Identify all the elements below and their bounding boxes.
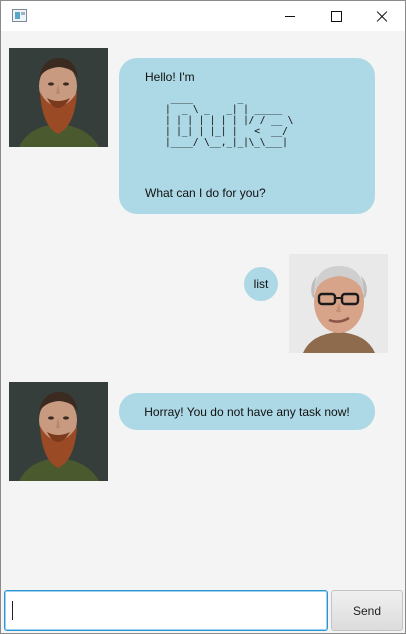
- chat-area[interactable]: Hello! I'm ____ _ | _ \ _ _| | _____ | |…: [3, 31, 403, 587]
- input-bar: Send: [3, 589, 403, 633]
- bearded-man-avatar: [9, 382, 108, 481]
- maximize-button[interactable]: [313, 1, 359, 31]
- bearded-man-avatar: [9, 48, 108, 147]
- glasses-man-avatar: [289, 254, 388, 353]
- close-icon: [375, 9, 389, 23]
- close-button[interactable]: [359, 1, 405, 31]
- user-message-text: list: [253, 277, 269, 291]
- greeting-text: Hello! I'm: [145, 70, 195, 84]
- user-message-bubble: list: [244, 267, 278, 301]
- text-caret: [12, 601, 13, 620]
- minimize-button[interactable]: [267, 1, 313, 31]
- bot-greeting-bubble: Hello! I'm ____ _ | _ \ _ _| | _____ | |…: [119, 58, 375, 214]
- question-text: What can I do for you?: [145, 186, 266, 200]
- app-window: Hello! I'm ____ _ | _ \ _ _| | _____ | |…: [0, 0, 406, 634]
- bot-response-text: Horray! You do not have any task now!: [144, 404, 350, 419]
- send-button[interactable]: Send: [331, 590, 403, 631]
- title-bar[interactable]: [1, 1, 405, 31]
- maximize-icon: [330, 10, 342, 22]
- ascii-logo: ____ _ | _ \ _ _| | _____ | | | | | | | …: [165, 93, 294, 148]
- app-icon: [12, 9, 27, 22]
- message-input[interactable]: [4, 590, 328, 631]
- minimize-icon: [285, 15, 295, 17]
- bot-response-bubble: Horray! You do not have any task now!: [119, 393, 375, 430]
